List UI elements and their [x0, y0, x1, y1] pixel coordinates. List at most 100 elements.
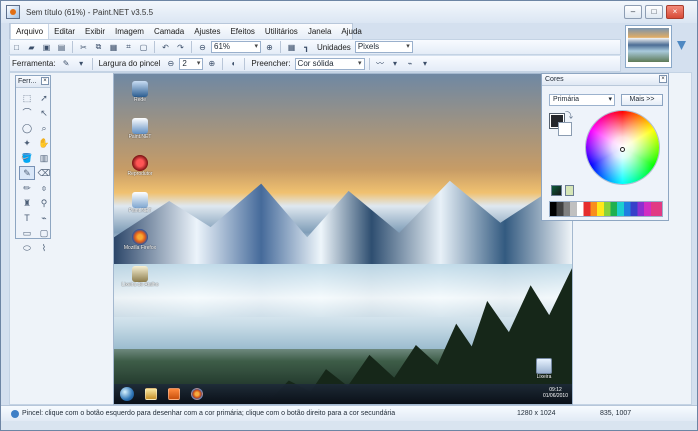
paintbrush-icon[interactable]: ✎ [19, 166, 35, 180]
units-select[interactable]: Pixels [354, 41, 413, 53]
toolbar-separator [368, 57, 370, 70]
close-button[interactable]: × [666, 5, 684, 19]
color-palette[interactable] [549, 201, 663, 217]
print-icon[interactable]: ▤ [55, 41, 68, 53]
crop-icon[interactable]: ⌗ [122, 41, 135, 53]
increase-brush-icon[interactable]: ⊕ [205, 58, 218, 70]
menu-utilitarios[interactable]: Utilitários [260, 24, 303, 40]
gradient-icon[interactable]: ▥ [36, 151, 52, 165]
text-icon[interactable]: T [19, 211, 35, 225]
undo-icon[interactable]: ↶ [159, 41, 172, 53]
desktop-icon[interactable]: Paint.NET [121, 116, 159, 151]
menu-ajuda[interactable]: Ajuda [336, 24, 366, 40]
zoom-icon[interactable]: ⌕ [36, 121, 52, 135]
media-icon[interactable] [168, 388, 180, 400]
ellipse-select-icon[interactable]: ◯ [19, 121, 35, 135]
zoom-in-icon[interactable]: ⊕ [263, 41, 276, 53]
pan-icon[interactable]: ✋ [36, 136, 52, 150]
swap-colors-icon[interactable]: ⤵ [565, 110, 573, 121]
firefox-taskbar-icon[interactable] [191, 388, 203, 400]
more-colors-button[interactable]: Mais >> [621, 94, 663, 106]
recycle-bin[interactable]: Lixeira [532, 358, 556, 380]
toolbar-separator [222, 57, 224, 70]
cut-icon[interactable]: ✂ [77, 41, 90, 53]
menu-janela[interactable]: Janela [303, 24, 337, 40]
pencil-tool-icon[interactable]: ✏ [19, 181, 35, 195]
magic-wand-icon[interactable]: ✦ [19, 136, 35, 150]
color-picker-icon[interactable]: ⌽ [36, 181, 52, 195]
pencil-icon[interactable]: ✎ [60, 58, 73, 70]
toolbar-separator [191, 41, 192, 53]
desktop-icon[interactable]: Lixeira de Atalho [121, 264, 159, 299]
blend-mode-icon[interactable]: ⌁ [404, 58, 417, 70]
paint-bucket-icon[interactable]: 🪣 [19, 151, 35, 165]
desktop-icon[interactable]: Paint.NET [121, 190, 159, 225]
desktop-icons: Rede Paint.NET Reprodutor Paint.NET Mozi… [121, 79, 159, 301]
ellipse-icon[interactable]: ⬭ [19, 241, 35, 255]
toolbar-separator [72, 41, 73, 53]
image-thumbnail[interactable] [625, 25, 672, 68]
image-canvas[interactable]: Rede Paint.NET Reprodutor Paint.NET Mozi… [113, 73, 573, 405]
decrease-brush-icon[interactable]: ⊖ [164, 58, 177, 70]
menu-camada[interactable]: Camada [149, 24, 189, 40]
freeform-shape-icon[interactable]: ⌇ [36, 241, 52, 255]
redo-icon[interactable]: ↷ [174, 41, 187, 53]
paintnet-app-icon [6, 5, 20, 19]
toolbar-separator [244, 57, 246, 70]
tools-close-button[interactable]: × [41, 77, 49, 85]
lasso-select-icon[interactable]: ⌒ [19, 106, 35, 120]
paste-icon[interactable]: ▦ [107, 41, 120, 53]
palette-menu-icon[interactable] [565, 185, 574, 196]
menu-ajustes[interactable]: Ajustes [189, 24, 225, 40]
clone-stamp-icon[interactable]: ♜ [19, 196, 35, 210]
fill-select[interactable]: Cor sólida [294, 57, 365, 70]
deselect-icon[interactable]: ▢ [137, 41, 150, 53]
line-curve-icon[interactable]: ⌁ [36, 211, 52, 225]
desktop-icon[interactable]: Mozilla Firefox [121, 227, 159, 262]
line-style-icon[interactable]: 〰 [374, 58, 387, 70]
thumbnail-arrow-icon[interactable] [677, 41, 686, 50]
save-icon[interactable]: ▣ [40, 41, 53, 53]
reset-colors-icon[interactable] [551, 185, 562, 196]
menu-exibir[interactable]: Exibir [80, 24, 110, 40]
minimize-button[interactable]: – [624, 5, 642, 19]
desktop-icon-label: Mozilla Firefox [123, 245, 157, 251]
copy-icon[interactable]: ⧉ [92, 41, 105, 53]
ruler-icon[interactable]: ┓ [300, 41, 313, 53]
start-button[interactable] [120, 387, 134, 401]
menu-imagem[interactable]: Imagem [110, 24, 149, 40]
rounded-rectangle-icon[interactable]: ▢ [36, 226, 52, 240]
dropdown-arrow-icon[interactable]: ▾ [419, 58, 432, 70]
windows-taskbar: 09:12 01/06/2010 [114, 384, 572, 404]
dropdown-arrow-icon[interactable]: ▾ [75, 58, 88, 70]
grid-icon[interactable]: ▦ [285, 41, 298, 53]
menu-editar[interactable]: Editar [49, 24, 80, 40]
horizontal-scrollbar[interactable] [1, 421, 697, 430]
color-mode-select[interactable]: Primária [549, 94, 615, 106]
antialias-icon[interactable]: ◐ [227, 58, 240, 70]
colors-close-button[interactable]: × [659, 75, 667, 83]
eraser-icon[interactable]: ⌫ [36, 166, 52, 180]
desktop-icon[interactable]: Rede [121, 79, 159, 114]
zoom-out-icon[interactable]: ⊖ [196, 41, 209, 53]
rectangle-icon[interactable]: ▭ [19, 226, 35, 240]
clock-date: 01/06/2010 [542, 393, 568, 399]
desktop-icon[interactable]: Reprodutor [121, 153, 159, 188]
recolor-icon[interactable]: ⚲ [36, 196, 52, 210]
maximize-button[interactable]: □ [645, 5, 663, 19]
menu-efeitos[interactable]: Efeitos [225, 24, 259, 40]
tools-title-text: Ferr... [18, 78, 37, 85]
menu-arquivo[interactable]: Arquivo [10, 24, 50, 40]
rectangle-select-icon[interactable]: ⬚ [19, 91, 35, 105]
dropdown-arrow-icon[interactable]: ▾ [389, 58, 402, 70]
secondary-color-swatch[interactable] [558, 122, 572, 136]
new-file-icon[interactable]: □ [10, 41, 23, 53]
move-selection-icon[interactable]: ➚ [36, 91, 52, 105]
main-toolbar: □ ▰ ▣ ▤ ✂ ⧉ ▦ ⌗ ▢ ↶ ↷ ⊖ 61% ⊕ ▦ ┓ Unidad… [9, 39, 621, 55]
explorer-icon[interactable] [145, 388, 157, 400]
open-folder-icon[interactable]: ▰ [25, 41, 38, 53]
brush-width-select[interactable]: 2 [179, 57, 204, 70]
move-selected-icon[interactable]: ↖ [36, 106, 52, 120]
zoom-select[interactable]: 61% [211, 41, 261, 53]
application-window: Sem título (61%) - Paint.NET v3.5.5 – □ … [0, 0, 698, 431]
